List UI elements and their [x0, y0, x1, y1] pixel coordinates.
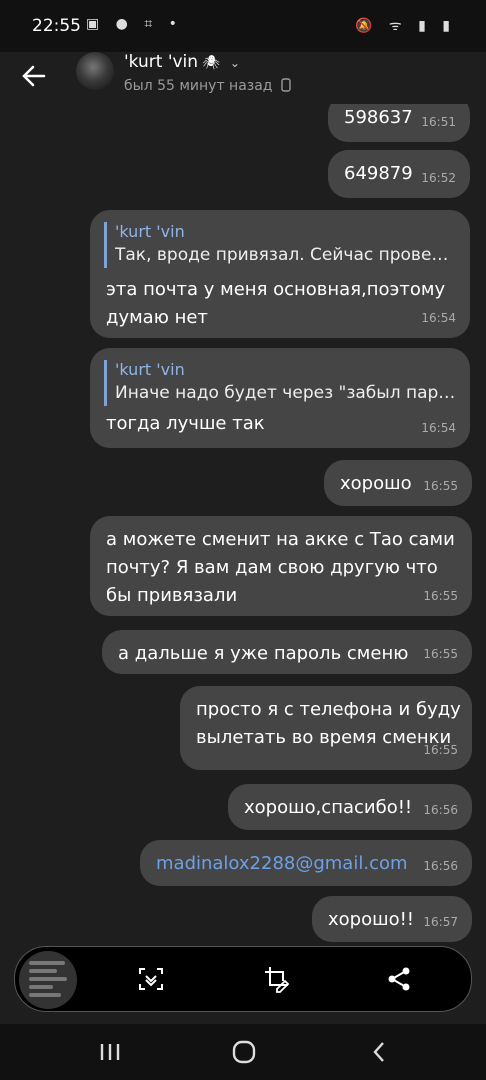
home-icon[interactable] — [230, 1038, 258, 1066]
message-bubble[interactable]: а дальше я уже пароль сменю 16:55 — [102, 630, 472, 674]
message-list[interactable]: 598637 16:51 649879 16:52 'kurt 'vin Так… — [0, 104, 486, 944]
message-bubble[interactable]: madinalox2288@gmail.com 16:56 — [140, 840, 472, 886]
message-time: 16:56 — [423, 859, 458, 873]
message-time: 16:55 — [423, 479, 458, 493]
message-time: 16:54 — [421, 311, 456, 325]
scroll-capture-icon[interactable] — [137, 965, 165, 993]
screenshot-thumbnail[interactable] — [19, 951, 77, 1009]
screenshot-toolbar — [14, 946, 472, 1012]
status-bar: 22:55 ▣ ● ⌗ • 🔕 ᯤ ▮ ▮ — [0, 0, 486, 52]
reply-message-bubble[interactable]: 'kurt 'vin Так, вроде привязал. Сейчас п… — [90, 210, 470, 338]
email-link[interactable]: madinalox2288@gmail.com — [156, 850, 408, 878]
quote-text: Так, вроде привязал. Сейчас прове… — [115, 245, 449, 265]
clock: 22:55 — [32, 16, 81, 36]
system-icons: 🔕 ᯤ ▮ ▮ — [355, 18, 456, 34]
message-bubble[interactable]: 598637 16:51 — [328, 104, 470, 142]
system-navigation-bar — [0, 1024, 486, 1080]
quoted-message[interactable]: 'kurt 'vin Иначе надо будет через "забыл… — [104, 360, 456, 406]
message-time: 16:55 — [423, 647, 458, 661]
back-arrow-icon[interactable] — [20, 62, 48, 90]
message-bubble[interactable]: а можете сменит на акке с Тао сами почту… — [90, 516, 472, 616]
crop-edit-icon[interactable] — [263, 965, 291, 993]
quoted-message[interactable]: 'kurt 'vin Так, вроде привязал. Сейчас п… — [104, 222, 456, 268]
recent-apps-icon[interactable] — [96, 1038, 124, 1066]
message-time: 16:54 — [421, 421, 456, 435]
message-bubble[interactable]: хорошо,спасибо!! 16:56 — [228, 784, 472, 830]
message-time: 16:55 — [423, 743, 458, 757]
back-nav-icon[interactable] — [366, 1038, 394, 1066]
share-icon[interactable] — [385, 965, 413, 993]
chevron-down-icon[interactable]: ⌄ — [230, 56, 240, 70]
message-bubble[interactable]: 649879 16:52 — [328, 150, 470, 198]
quote-author: 'kurt 'vin — [115, 222, 185, 241]
message-bubble[interactable]: хорошо!! 16:57 — [312, 896, 472, 942]
message-bubble[interactable]: хорошо 16:55 — [324, 460, 472, 506]
reply-message-bubble[interactable]: 'kurt 'vin Иначе надо будет через "забыл… — [90, 348, 470, 448]
message-time: 16:57 — [423, 915, 458, 929]
phone-icon — [281, 78, 291, 92]
message-bubble[interactable]: просто я с телефона и буду вылетать во в… — [180, 686, 472, 770]
contact-name[interactable]: 'kurt 'vin 🕷 ⌄ — [124, 52, 240, 72]
message-time: 16:55 — [423, 589, 458, 603]
last-seen-status: был 55 минут назад — [124, 78, 291, 94]
message-time: 16:52 — [421, 171, 456, 185]
avatar[interactable] — [76, 52, 114, 90]
notification-icons: ▣ ● ⌗ • — [86, 16, 183, 32]
quote-author: 'kurt 'vin — [115, 360, 185, 379]
spider-emoji: 🕷 — [202, 55, 220, 71]
quote-text: Иначе надо будет через "забыл пар… — [115, 383, 456, 403]
message-time: 16:51 — [421, 115, 456, 129]
message-time: 16:56 — [423, 803, 458, 817]
chat-header: 'kurt 'vin 🕷 ⌄ был 55 минут назад — [0, 52, 486, 104]
